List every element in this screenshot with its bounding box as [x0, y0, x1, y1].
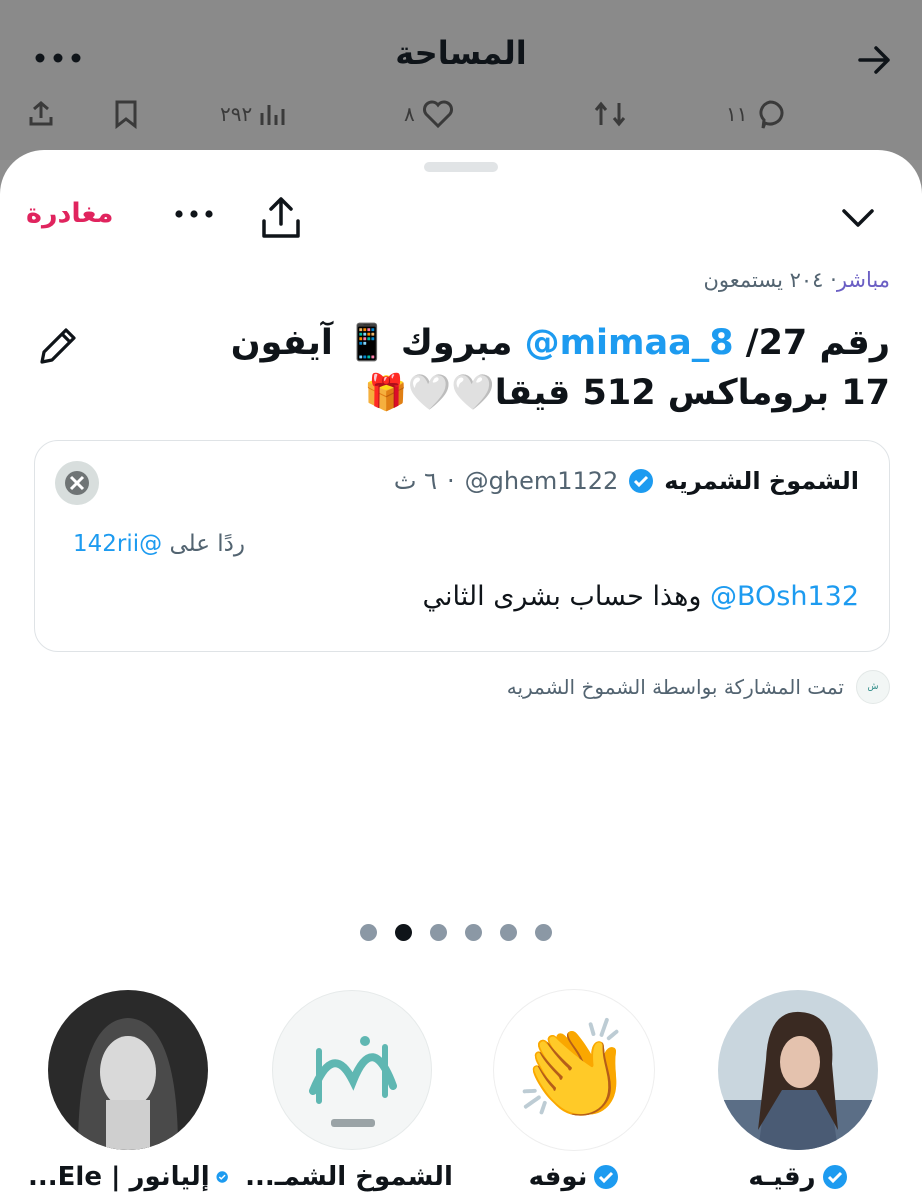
space-sheet: مغادرة مباشر· ٢٠٤ يستمعون رقم 27/ @mimaa… — [0, 150, 922, 1200]
speaker-avatar[interactable] — [718, 990, 878, 1150]
views-count: ٢٩٢ — [220, 102, 253, 126]
shared-by-line: ﺵ تمت المشاركة بواسطة الشموخ الشمريه — [507, 670, 890, 704]
verified-badge-icon — [629, 469, 654, 493]
reply-context: ردًا على @142rii — [73, 531, 245, 557]
tweet-author-handle[interactable]: @ghem1122 — [465, 467, 619, 495]
clapping-hands-icon: 👏 — [514, 1014, 634, 1126]
speaker-name: رقيـه — [748, 1162, 816, 1192]
speaker-name-row: رقيـه — [698, 1162, 898, 1192]
reply-icon — [759, 100, 784, 129]
verified-badge-icon — [822, 1165, 847, 1189]
pinned-tweet-card[interactable]: الشموخ الشمريه @ghem1122 · ٦ ث ردًا على … — [34, 440, 890, 652]
tweet-header: الشموخ الشمريه @ghem1122 · ٦ ث — [393, 467, 859, 495]
share-icon[interactable] — [258, 194, 304, 242]
bookmark-icon — [115, 100, 137, 129]
more-icon[interactable] — [174, 204, 214, 224]
title-text-1: رقم 27/ — [733, 323, 890, 363]
space-title: رقم 27/ @mimaa_8 مبروك 📱 آيفون 17 بروماك… — [180, 318, 890, 418]
avatar-photo-icon — [718, 990, 878, 1150]
tweet-body: وهذا حساب بشرى الثاني — [422, 581, 702, 612]
edit-pencil-icon[interactable] — [36, 324, 80, 368]
speaker-subtitle — [252, 1196, 452, 1200]
listener-count: ٢٠٤ يستمعون — [703, 268, 824, 292]
verified-badge-icon — [216, 1171, 228, 1183]
reply-prefix: ردًا على — [169, 531, 246, 557]
heart-icon — [422, 100, 453, 129]
sheet-drag-handle[interactable] — [424, 162, 498, 172]
pager-dot[interactable] — [500, 924, 517, 941]
speaker-name: إليانور | Ele... — [28, 1162, 210, 1192]
speaker-name: الشموخ الشمـ... — [245, 1162, 453, 1192]
tweet-author-name[interactable]: الشموخ الشمريه — [664, 467, 859, 495]
views-icon — [260, 105, 285, 125]
sharer-logo-icon: ﺵ — [856, 670, 890, 704]
views-action[interactable]: ٢٩٢ — [220, 96, 286, 132]
reply-action[interactable]: ١١ — [726, 96, 787, 132]
back-arrow-icon[interactable] — [854, 40, 894, 80]
bookmark-action[interactable] — [112, 96, 140, 132]
pager-dots — [360, 924, 552, 941]
speaker-card[interactable]: رقيـه — [698, 990, 898, 1200]
speaker-card[interactable]: 👏 نوفه — [474, 990, 674, 1200]
page-title: المساحة — [395, 34, 527, 72]
avatar-photo-icon — [48, 990, 208, 1150]
retweet-action[interactable] — [592, 96, 628, 132]
shared-by-text: تمت المشاركة بواسطة الشموخ الشمريه — [506, 675, 844, 699]
speaker-name-row: نوفه — [474, 1162, 674, 1192]
live-label: مباشر — [836, 268, 890, 292]
avatar-placeholder-icon — [55, 461, 99, 505]
speaker-name-row: الشموخ الشمـ... — [245, 1162, 453, 1192]
speaker-card[interactable]: إليانور | Ele... — [28, 990, 228, 1200]
title-mention-link[interactable]: @mimaa_8 — [525, 323, 734, 363]
speaker-card[interactable]: الشموخ الشمـ... — [245, 990, 453, 1200]
pager-dot[interactable] — [465, 924, 482, 941]
verified-badge-icon — [594, 1165, 619, 1189]
speaker-subtitle — [474, 1196, 674, 1200]
like-count: ٨ — [404, 102, 415, 126]
pager-dot[interactable] — [360, 924, 377, 941]
pager-dot[interactable] — [430, 924, 447, 941]
share-icon — [29, 101, 53, 126]
speaker-avatar[interactable] — [48, 990, 208, 1150]
speaker-avatar[interactable] — [272, 990, 432, 1150]
speakers-row: رقيـه 👏 نوفه الشموخ الشمـ... إليانور | E… — [0, 990, 922, 1200]
logo-avatar-icon — [309, 1036, 397, 1127]
speaker-subtitle — [28, 1196, 228, 1200]
tweet-time: ٦ ث — [393, 467, 437, 495]
chevron-down-icon[interactable] — [838, 200, 878, 236]
leave-button[interactable]: مغادرة — [26, 198, 113, 229]
tweet-text: @BOsh132 وهذا حساب بشرى الثاني — [423, 581, 859, 612]
speaker-name-row: إليانور | Ele... — [28, 1162, 228, 1192]
tweet-author-avatar[interactable] — [55, 461, 99, 505]
pager-dot-active[interactable] — [395, 924, 412, 941]
speaker-name: نوفه — [528, 1162, 588, 1192]
tweet-mention-link[interactable]: @BOsh132 — [710, 581, 859, 612]
pager-dot[interactable] — [535, 924, 552, 941]
like-action[interactable]: ٨ — [404, 96, 455, 132]
share-action[interactable] — [26, 96, 56, 132]
retweet-icon — [594, 101, 626, 127]
reply-count: ١١ — [726, 102, 748, 126]
speaker-subtitle — [698, 1196, 898, 1200]
reply-mention-link[interactable]: @142rii — [73, 531, 162, 557]
background-header: المساحة ٢٩٢ ٨ ١١ — [0, 0, 922, 160]
tweet-actions-bar: ٢٩٢ ٨ ١١ — [0, 96, 922, 136]
live-status: مباشر· ٢٠٤ يستمعون — [703, 268, 890, 292]
speaker-avatar[interactable]: 👏 — [494, 990, 654, 1150]
more-icon[interactable] — [34, 52, 82, 64]
